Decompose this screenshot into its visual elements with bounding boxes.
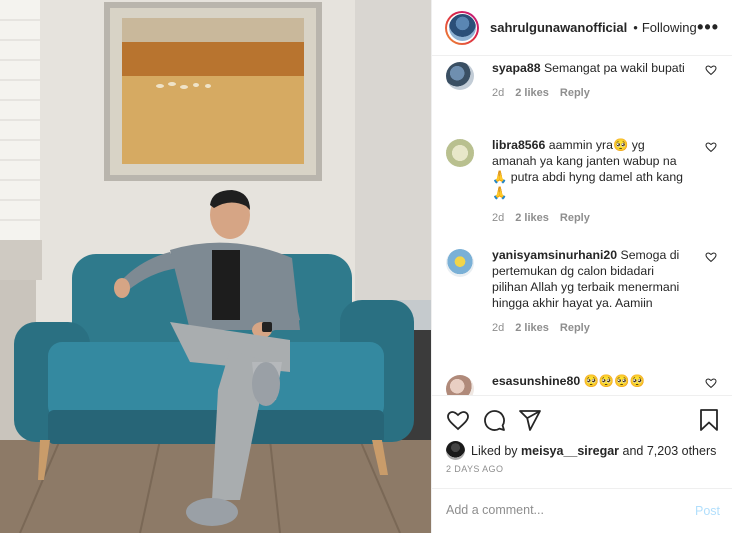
comment-text: 🥺🥺🥺🥺 (583, 374, 645, 388)
comment-age[interactable]: 2d (492, 85, 504, 101)
header-separator: • (633, 20, 638, 35)
post-comment-button[interactable]: Post (695, 504, 720, 518)
post-actions: Liked by meisya__siregar and 7,203 other… (432, 395, 732, 487)
author-avatar-border (447, 12, 477, 43)
comment-text: Semangat pa wakil bupati (543, 61, 685, 75)
comment-username[interactable]: syapa88 (492, 61, 541, 75)
comment-username[interactable]: yanisyamsinurhani20 (492, 248, 617, 262)
liker-avatar[interactable] (446, 441, 465, 460)
comment-body: yanisyamsinurhani20 Semoga di pertemukan… (492, 247, 692, 336)
post-date[interactable]: 2 DAYS AGO (446, 464, 503, 474)
commenter-avatar[interactable] (446, 139, 474, 167)
commenter-avatar[interactable] (446, 62, 474, 90)
comment-meta: 2d 2 likes Reply (492, 320, 692, 336)
liker-username[interactable]: meisya__siregar (521, 444, 619, 458)
comment-heart-icon[interactable] (705, 251, 717, 263)
comment-heart-icon[interactable] (705, 377, 717, 389)
add-comment-input[interactable] (446, 503, 666, 517)
comment-body: syapa88 Semangat pa wakil bupati 2d 2 li… (492, 60, 692, 101)
comment-body: libra8566 aammin yra🥺 yg amanah ya kang … (492, 137, 692, 226)
reply-button[interactable]: Reply (560, 320, 590, 336)
comment-likes[interactable]: 2 likes (515, 320, 549, 336)
comment-body: esasunshine80 🥺🥺🥺🥺 (492, 373, 692, 389)
comment-likes[interactable]: 2 likes (515, 210, 549, 226)
comment-meta: 2d 2 likes Reply (492, 210, 692, 226)
commenter-avatar[interactable] (446, 249, 474, 277)
likes-suffix[interactable]: and 7,203 others (623, 444, 717, 458)
author-avatar[interactable] (445, 10, 479, 45)
following-button[interactable]: Following (642, 20, 697, 35)
share-icon[interactable] (518, 408, 542, 432)
comment-heart-icon[interactable] (705, 141, 717, 153)
comment-age[interactable]: 2d (492, 320, 504, 336)
comment-age[interactable]: 2d (492, 210, 504, 226)
comment-icon[interactable] (482, 408, 506, 432)
likes-summary[interactable]: Liked by meisya__siregar and 7,203 other… (446, 441, 716, 460)
commenter-avatar[interactable] (446, 375, 474, 395)
post-header: sahrulgunawanofficial • Following ••• (432, 0, 732, 56)
bookmark-icon[interactable] (697, 408, 721, 432)
comments-list[interactable]: syapa88 Semangat pa wakil bupati 2d 2 li… (432, 57, 732, 395)
add-comment-bar: Post (432, 488, 732, 533)
reply-button[interactable]: Reply (560, 210, 590, 226)
comment-username[interactable]: libra8566 (492, 138, 545, 152)
comment-meta: 2d 2 likes Reply (492, 85, 692, 101)
author-avatar-image (448, 14, 476, 41)
comment-heart-icon[interactable] (705, 64, 717, 76)
heart-icon[interactable] (446, 408, 470, 432)
likes-prefix: Liked by (471, 443, 518, 458)
post-photo[interactable] (0, 0, 431, 533)
comment-username[interactable]: esasunshine80 (492, 374, 580, 388)
comment-likes[interactable]: 2 likes (515, 85, 549, 101)
reply-button[interactable]: Reply (560, 85, 590, 101)
author-username[interactable]: sahrulgunawanofficial (490, 20, 627, 35)
post-image (0, 0, 431, 533)
more-options-icon[interactable]: ••• (697, 18, 719, 36)
post-side-panel: sahrulgunawanofficial • Following ••• sy… (431, 0, 732, 533)
